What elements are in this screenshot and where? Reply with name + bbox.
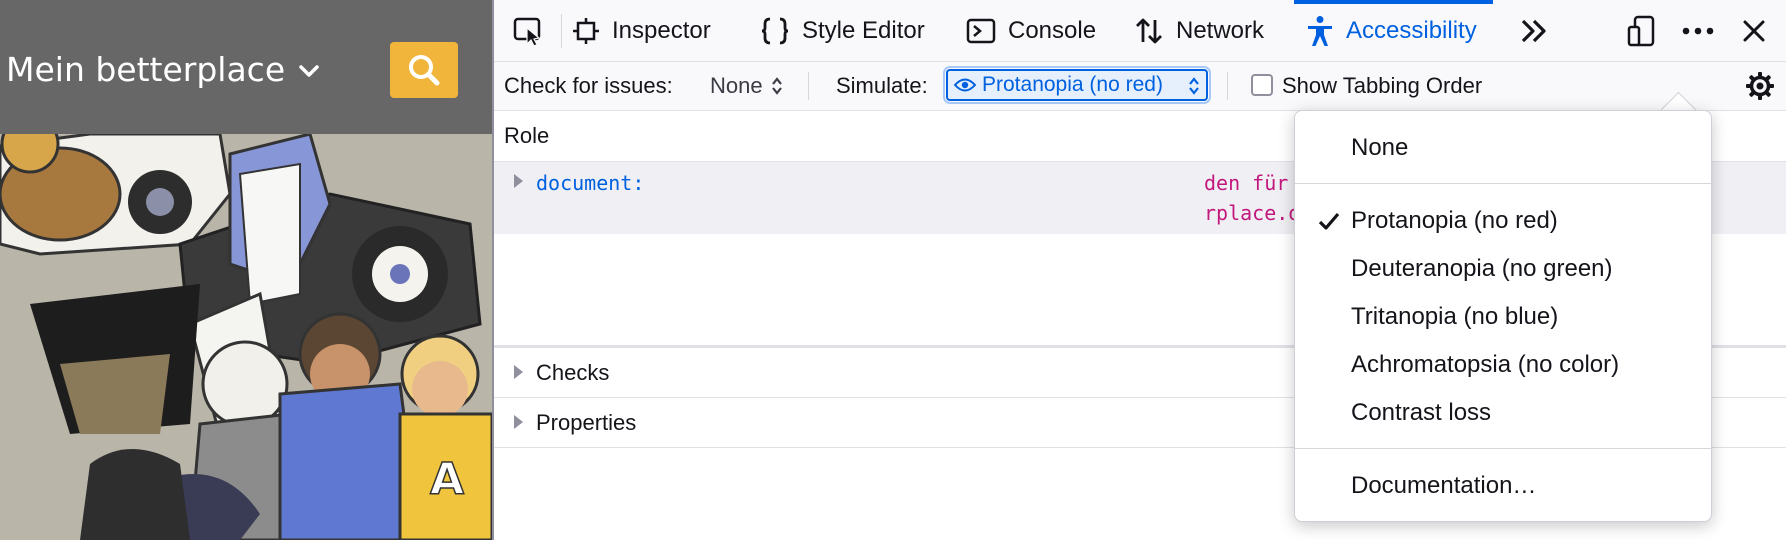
console-icon <box>966 18 996 43</box>
tab-label: Style Editor <box>802 16 925 44</box>
inspector-icon <box>573 17 599 44</box>
toolbar-separator <box>808 72 809 100</box>
pick-element-button[interactable] <box>508 0 548 61</box>
web-page: Mein betterplace A <box>0 0 492 540</box>
responsive-design-button[interactable] <box>1624 0 1660 61</box>
site-search-button[interactable] <box>390 42 458 98</box>
responsive-mode-icon <box>1627 15 1655 46</box>
eye-icon <box>954 78 976 92</box>
role-column-label: Role <box>504 123 550 148</box>
more-tabs-button[interactable] <box>1514 0 1554 61</box>
show-tabbing-order-label[interactable]: Show Tabbing Order <box>1282 62 1482 110</box>
tab-inspector[interactable]: Inspector <box>572 0 711 61</box>
network-icon <box>1136 18 1162 43</box>
menu-item-tritanopia[interactable]: Tritanopia (no blue) <box>1295 294 1711 340</box>
simulate-label: Simulate: <box>836 73 928 98</box>
menu-item-contrast-loss[interactable]: Contrast loss <box>1295 390 1711 436</box>
gear-icon[interactable] <box>1746 72 1774 100</box>
toolbar-separator <box>561 14 562 48</box>
style-editor-icon <box>761 17 789 44</box>
menu-item-label: Documentation… <box>1351 472 1537 499</box>
close-devtools-button[interactable] <box>1734 0 1774 61</box>
simulate-select[interactable]: Protanopia (no red) <box>943 66 1211 104</box>
node-role: document: <box>536 171 645 195</box>
expand-twisty-icon[interactable] <box>514 415 523 429</box>
menu-item-achromatopsia[interactable]: Achromatopsia (no color) <box>1295 342 1711 388</box>
properties-label: Properties <box>536 410 637 435</box>
expand-twisty-icon[interactable] <box>514 365 523 379</box>
close-icon <box>1743 20 1765 41</box>
check-issues-label: Check for issues: <box>504 73 673 98</box>
menu-item-protanopia[interactable]: Protanopia (no red) <box>1295 198 1711 244</box>
menu-item-label: Tritanopia (no blue) <box>1351 303 1559 330</box>
checkmark-icon <box>1318 212 1340 230</box>
tab-network[interactable]: Network <box>1134 0 1264 61</box>
site-title-menu[interactable]: Mein betterplace <box>6 50 285 89</box>
check-issues-value: None <box>710 73 763 98</box>
check-issues-select[interactable]: None <box>710 62 783 110</box>
chevron-double-right-icon <box>1521 19 1546 42</box>
menu-item-label: Deuteranopia (no green) <box>1351 255 1613 282</box>
menu-item-documentation[interactable]: Documentation… <box>1295 463 1711 509</box>
menu-item-label: None <box>1351 134 1409 161</box>
more-options-icon <box>1682 27 1714 34</box>
expand-twisty-icon[interactable] <box>514 174 523 188</box>
pick-element-icon <box>513 17 541 47</box>
menu-separator <box>1295 448 1711 449</box>
menu-item-label: Contrast loss <box>1351 399 1492 426</box>
site-header: Mein betterplace <box>0 0 492 134</box>
tab-label: Network <box>1176 16 1265 44</box>
devtools-menu-button[interactable] <box>1678 0 1718 61</box>
menu-separator <box>1295 183 1711 184</box>
menu-item-deuteranopia[interactable]: Deuteranopia (no green) <box>1295 246 1711 292</box>
devtools-tabbar: Inspector Style Editor Console Network A… <box>494 0 1786 62</box>
accessibility-icon <box>1308 15 1332 46</box>
simulate-value: Protanopia (no red) <box>982 73 1163 96</box>
menu-item-none[interactable]: None <box>1295 125 1711 171</box>
show-tabbing-order-checkbox[interactable] <box>1251 74 1273 96</box>
toolbar-separator <box>1227 72 1228 100</box>
chevron-down-icon[interactable] <box>296 58 322 84</box>
checks-label: Checks <box>536 360 610 385</box>
tab-label: Console <box>1008 16 1097 44</box>
tab-label: Inspector <box>612 16 711 44</box>
menu-item-label: Protanopia (no red) <box>1351 207 1558 234</box>
hero-illustration: A <box>0 134 492 540</box>
tab-console[interactable]: Console <box>966 0 1096 61</box>
simulate-menu: None Protanopia (no red) Deuteranopia (n… <box>1294 110 1712 522</box>
tab-accessibility[interactable]: Accessibility <box>1294 0 1493 61</box>
devtools-panel: Inspector Style Editor Console Network A… <box>494 0 1786 540</box>
search-icon <box>409 55 440 86</box>
select-arrows-icon <box>771 77 782 95</box>
accessibility-toolbar: Check for issues: None Simulate: Protano… <box>494 62 1786 111</box>
tab-label: Accessibility <box>1346 16 1477 44</box>
menu-item-label: Achromatopsia (no color) <box>1351 351 1620 378</box>
tab-style-editor[interactable]: Style Editor <box>760 0 925 61</box>
select-arrows-icon <box>1189 77 1199 95</box>
svg-text:A: A <box>430 454 464 505</box>
